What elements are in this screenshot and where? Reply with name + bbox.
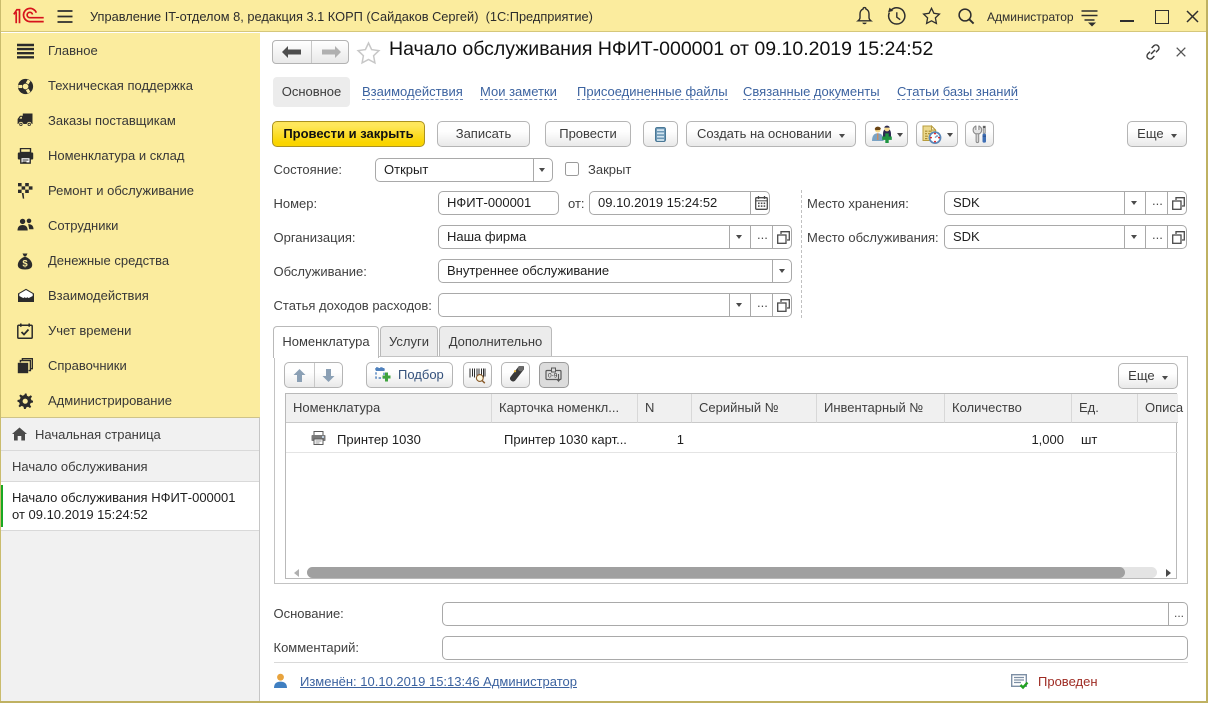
svg-text:$: $ bbox=[22, 258, 28, 269]
svg-text:0-9: 0-9 bbox=[548, 373, 558, 380]
